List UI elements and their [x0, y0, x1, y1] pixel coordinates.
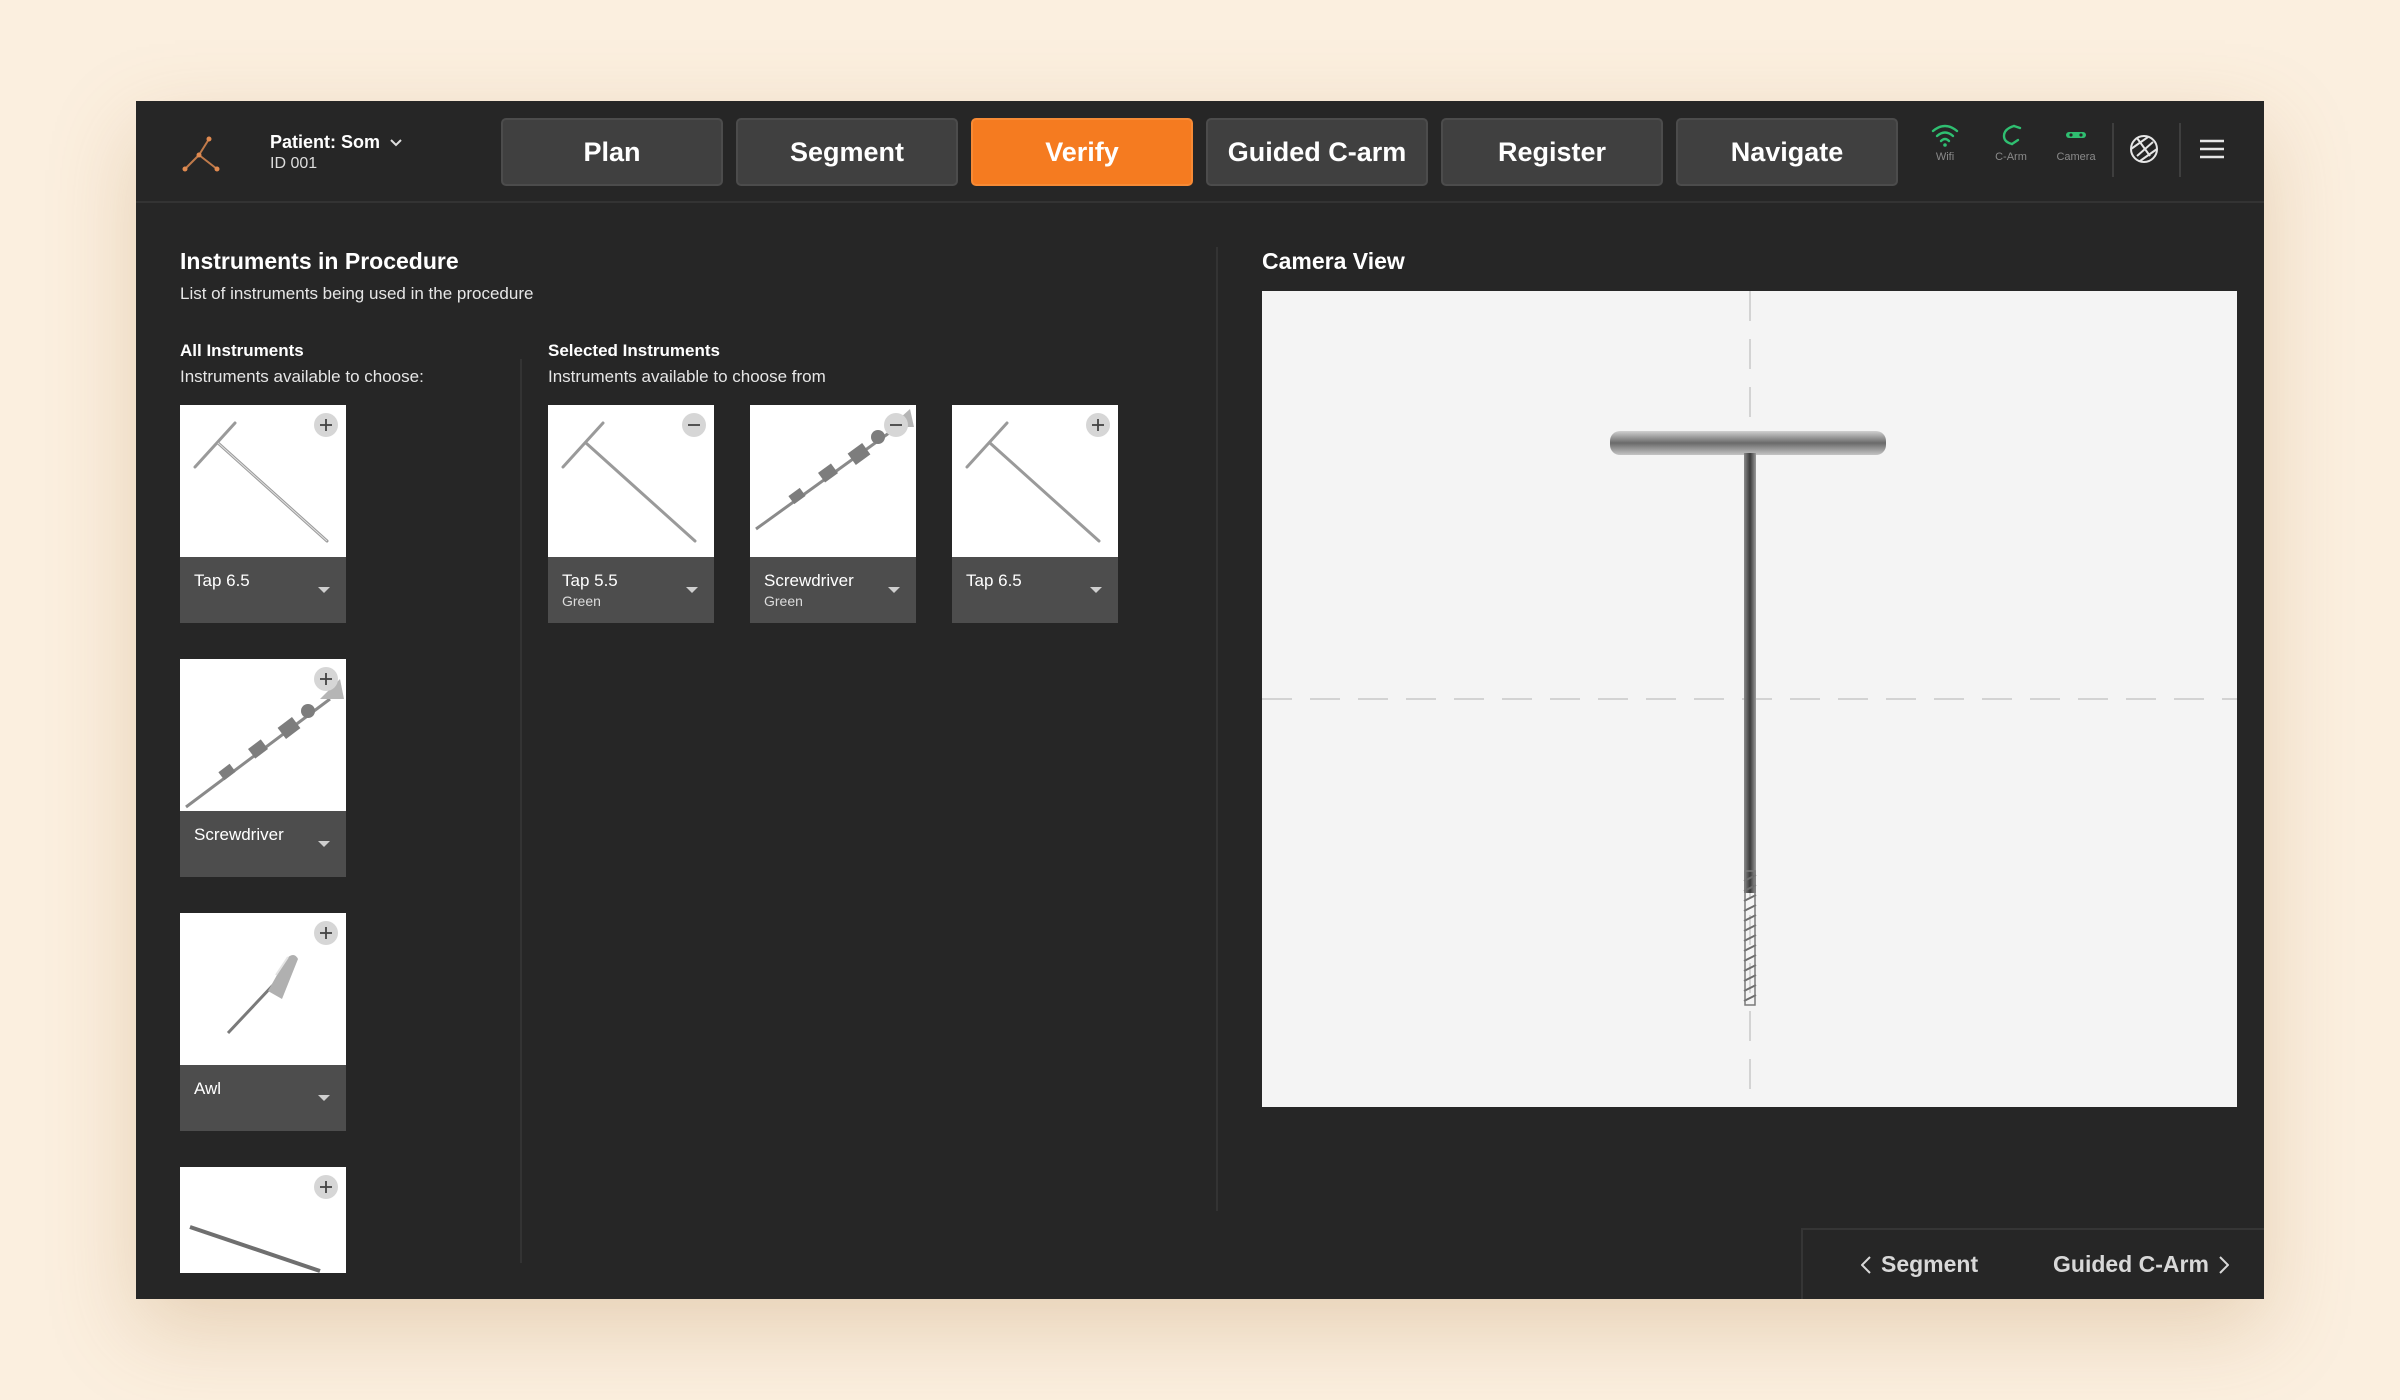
add-instrument-button[interactable]	[314, 413, 338, 437]
app-logo-icon	[182, 136, 220, 172]
caret-down-icon[interactable]	[888, 587, 900, 593]
wifi-label: Wifi	[1935, 151, 1955, 163]
plus-icon	[320, 419, 332, 431]
tab-guided-c-arm[interactable]: Guided C-arm	[1206, 118, 1428, 186]
add-instrument-button[interactable]	[1086, 413, 1110, 437]
tab-verify[interactable]: Verify	[971, 118, 1193, 186]
step-navigation: Segment Guided C-Arm	[1801, 1228, 2264, 1299]
camera-view-title: Camera View	[1262, 248, 1405, 274]
selected-card-tap-5-5[interactable]: Tap 5.5 Green	[548, 405, 714, 623]
patient-selector[interactable]: Patient: Som ID 001	[270, 132, 402, 173]
c-arm-status: C-Arm	[1981, 123, 2041, 163]
previous-step-label: Segment	[1881, 1251, 1979, 1277]
panel-divider	[1216, 247, 1218, 1211]
minus-icon	[688, 424, 700, 426]
aperture-icon[interactable]	[2126, 131, 2162, 167]
camera-icon	[2066, 132, 2086, 138]
remove-instrument-button[interactable]	[682, 413, 706, 437]
instrument-name: Tap 6.5	[966, 571, 1022, 590]
chevron-right-icon	[2219, 1255, 2229, 1274]
patient-id: ID 001	[270, 155, 318, 172]
instrument-name: Screwdriver	[194, 825, 284, 844]
plus-icon	[320, 927, 332, 939]
header-divider	[2179, 123, 2181, 177]
header-divider	[2112, 123, 2114, 177]
app-window: Patient: Som ID 001 Plan Segment Verify …	[136, 101, 2264, 1299]
caret-down-icon[interactable]	[318, 841, 330, 847]
camera-label: Camera	[2056, 151, 2096, 163]
patient-name: Patient: Som	[270, 132, 381, 152]
instrument-card-screwdriver[interactable]: Screwdriver	[180, 659, 346, 877]
column-divider	[520, 359, 522, 1263]
remove-instrument-button[interactable]	[884, 413, 908, 437]
previous-step-button[interactable]: Segment	[1861, 1251, 1978, 1278]
plus-icon	[320, 1181, 332, 1193]
c-arm-label: C-Arm	[1995, 151, 2027, 163]
top-bar: Patient: Som ID 001 Plan Segment Verify …	[136, 101, 2264, 203]
minus-icon	[890, 424, 902, 426]
instrument-shaft	[1744, 453, 1756, 893]
selected-instruments-subtitle: Instruments available to choose from	[548, 367, 826, 386]
instrument-color: Green	[764, 593, 803, 609]
next-step-label: Guided C-Arm	[2053, 1251, 2209, 1277]
camera-feed	[1262, 291, 2237, 1107]
next-step-button[interactable]: Guided C-Arm	[2053, 1251, 2229, 1278]
instrument-name: Awl	[194, 1079, 222, 1098]
instrument-card-awl[interactable]: Awl	[180, 913, 346, 1131]
tab-register[interactable]: Register	[1441, 118, 1663, 186]
instrument-name: Screwdriver	[764, 571, 854, 590]
instruments-title: Instruments in Procedure	[180, 248, 459, 274]
selected-instruments-title: Selected Instruments	[548, 341, 720, 360]
add-instrument-button[interactable]	[314, 921, 338, 945]
all-instruments-title: All Instruments	[180, 341, 304, 360]
chevron-left-icon	[1861, 1255, 1871, 1274]
caret-down-icon[interactable]	[686, 587, 698, 593]
instrument-card-tap-6-5[interactable]: Tap 6.5	[180, 405, 346, 623]
tab-navigate[interactable]: Navigate	[1676, 118, 1898, 186]
caret-down-icon[interactable]	[1090, 587, 1102, 593]
camera-status: Camera	[2046, 123, 2106, 163]
plus-icon	[1092, 419, 1104, 431]
instrument-card-probe[interactable]	[180, 1167, 346, 1273]
selected-card-tap-6-5[interactable]: Tap 6.5	[952, 405, 1118, 623]
all-instruments-subtitle: Instruments available to choose:	[180, 367, 424, 386]
wifi-icon	[1931, 124, 1959, 147]
instruments-subtitle: List of instruments being used in the pr…	[180, 284, 534, 303]
selected-card-screwdriver[interactable]: Screwdriver Green	[750, 405, 916, 623]
tab-plan[interactable]: Plan	[501, 118, 723, 186]
add-instrument-button[interactable]	[314, 1175, 338, 1199]
instrument-handle	[1610, 431, 1886, 455]
c-arm-icon	[2002, 124, 2022, 146]
camera-view[interactable]	[1262, 291, 2237, 1107]
wifi-status: Wifi	[1915, 123, 1975, 163]
instrument-name: Tap 6.5	[194, 571, 250, 590]
workflow-tabs: Plan Segment Verify Guided C-arm Registe…	[501, 118, 1898, 186]
chevron-down-icon	[390, 138, 402, 146]
plus-icon	[320, 673, 332, 685]
instrument-color: Green	[562, 593, 601, 609]
caret-down-icon[interactable]	[318, 587, 330, 593]
add-instrument-button[interactable]	[314, 667, 338, 691]
hamburger-menu-icon[interactable]	[2194, 131, 2230, 167]
tab-segment[interactable]: Segment	[736, 118, 958, 186]
instrument-name: Tap 5.5	[562, 571, 618, 590]
caret-down-icon[interactable]	[318, 1095, 330, 1101]
